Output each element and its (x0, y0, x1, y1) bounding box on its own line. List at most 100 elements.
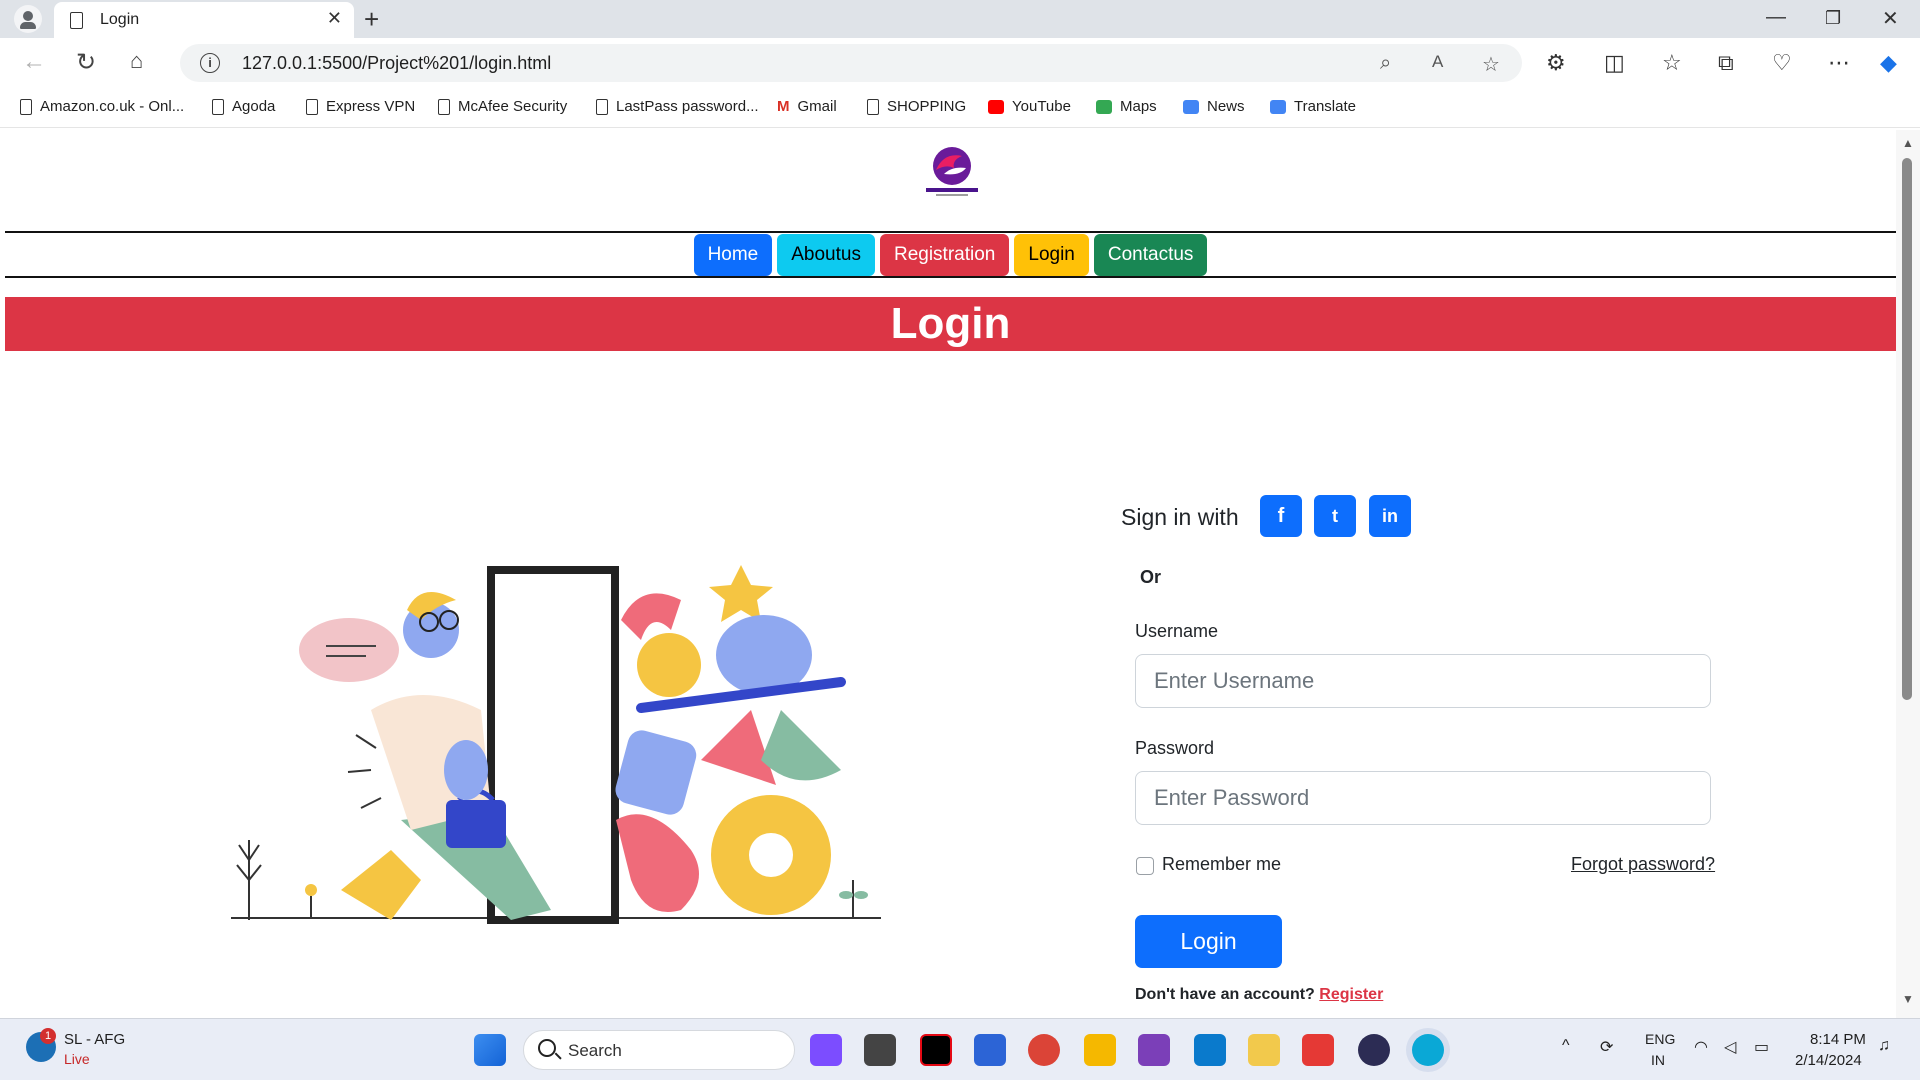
search-icon (538, 1039, 556, 1057)
bookmark-news[interactable]: News (1183, 98, 1245, 115)
page-scrollbar[interactable]: ▲ ▼ (1896, 130, 1920, 1018)
scroll-down-icon[interactable]: ▼ (1902, 992, 1914, 1006)
page-title-banner: Login (5, 297, 1896, 351)
back-icon[interactable]: ← (22, 48, 46, 76)
more-icon[interactable]: ⋯ (1828, 50, 1850, 76)
bookmark-gmail[interactable]: M Gmail (777, 98, 837, 115)
page-icon (596, 98, 608, 115)
bookmark-expressvpn[interactable]: Express VPN (306, 98, 415, 115)
favorite-star-icon[interactable]: ☆ (1482, 52, 1500, 77)
bookmark-amazon[interactable]: Amazon.co.uk - Onl... (20, 98, 184, 115)
bookmark-mcafee[interactable]: McAfee Security (438, 98, 567, 115)
copilot-icon[interactable]: ◆ (1880, 50, 1897, 76)
close-window-icon[interactable]: ✕ (1882, 6, 1899, 31)
facebook-icon[interactable]: f (1260, 495, 1302, 537)
wifi-icon[interactable]: ◠ (1694, 1037, 1708, 1057)
nav-home[interactable]: Home (693, 234, 773, 276)
or-divider: Or (1140, 567, 1162, 587)
url-box[interactable]: i 127.0.0.1:5500/Project%201/login.html … (180, 44, 1522, 82)
header-divider-top (5, 231, 1896, 233)
bookmark-translate[interactable]: Translate (1270, 98, 1356, 115)
visual-studio-icon[interactable] (1138, 1034, 1170, 1066)
nav-registration[interactable]: Registration (879, 234, 1010, 276)
bookmark-shopping[interactable]: SHOPPING (867, 98, 966, 115)
store-icon[interactable] (974, 1034, 1006, 1066)
translate-icon (1270, 99, 1286, 114)
close-tab-icon[interactable]: ✕ (327, 8, 342, 29)
maps-icon (1096, 99, 1112, 114)
url-text[interactable]: 127.0.0.1:5500/Project%201/login.html (242, 53, 551, 74)
vscode-icon[interactable] (1194, 1034, 1226, 1066)
scrollbar-thumb[interactable] (1902, 158, 1912, 700)
page-icon (438, 98, 450, 115)
login-button[interactable]: Login (1135, 915, 1282, 968)
no-account-text: Don't have an account? Register (1135, 986, 1384, 1003)
sync-icon[interactable]: ⟳ (1600, 1037, 1613, 1057)
news-icon (1183, 99, 1199, 114)
bookmark-agoda[interactable]: Agoda (212, 98, 275, 115)
notification-bell-icon[interactable]: ♫ (1878, 1037, 1890, 1055)
start-icon[interactable] (474, 1034, 506, 1066)
language-region[interactable]: IN (1651, 1052, 1665, 1068)
username-input[interactable] (1135, 654, 1711, 708)
home-icon[interactable]: ⌂ (130, 48, 143, 74)
bookmarks-bar: Amazon.co.uk - Onl... Agoda Express VPN … (0, 88, 1920, 128)
page-icon (70, 12, 83, 29)
task-view-icon[interactable] (864, 1034, 896, 1066)
edge-icon[interactable] (1412, 1034, 1444, 1066)
zoom-icon[interactable]: ⌕ (1380, 52, 1391, 75)
bookmark-lastpass[interactable]: LastPass password... (596, 98, 759, 115)
site-info-icon[interactable]: i (200, 53, 220, 73)
split-screen-icon[interactable]: ◫ (1604, 50, 1625, 76)
register-link[interactable]: Register (1319, 986, 1383, 1003)
file-explorer-icon[interactable] (1084, 1034, 1116, 1066)
weather-status[interactable]: Live (64, 1051, 90, 1067)
scroll-up-icon[interactable]: ▲ (1902, 136, 1914, 150)
read-aloud-icon[interactable]: A (1432, 52, 1443, 72)
profile-icon[interactable] (14, 5, 42, 33)
youtube-icon (988, 99, 1004, 114)
battery-icon[interactable]: ▭ (1754, 1037, 1769, 1057)
tab-title: Login (100, 11, 140, 28)
username-label: Username (1135, 621, 1219, 641)
volume-icon[interactable]: ◁ (1724, 1037, 1736, 1057)
nav-login[interactable]: Login (1014, 234, 1089, 276)
copilot-app-icon[interactable] (810, 1034, 842, 1066)
netflix-icon[interactable] (920, 1034, 952, 1066)
eclipse-icon[interactable] (1358, 1034, 1390, 1066)
gmail-icon: M (777, 98, 790, 115)
chrome-icon[interactable] (1028, 1034, 1060, 1066)
site-logo[interactable] (922, 144, 982, 200)
restore-icon[interactable]: ❐ (1825, 8, 1841, 29)
weather-title[interactable]: SL - AFG (64, 1031, 125, 1048)
nav-contactus[interactable]: Contactus (1093, 234, 1208, 276)
paint-icon[interactable] (1248, 1034, 1280, 1066)
minimize-icon[interactable]: — (1766, 6, 1786, 29)
page-icon (20, 98, 32, 115)
tray-chevron-icon[interactable]: ^ (1562, 1037, 1570, 1055)
browser-essentials-icon[interactable]: ♡ (1772, 50, 1792, 76)
taskbar-search[interactable]: Search (523, 1030, 795, 1070)
address-bar-row: ← ↻ ⌂ i 127.0.0.1:5500/Project%201/login… (0, 38, 1920, 88)
language-indicator[interactable]: ENG (1645, 1031, 1675, 1047)
clock-time[interactable]: 8:14 PM (1810, 1031, 1866, 1048)
refresh-icon[interactable]: ↻ (76, 48, 96, 77)
collections-icon[interactable]: ⧉ (1718, 50, 1734, 76)
remember-me-label[interactable]: Remember me (1162, 854, 1281, 875)
clock-date[interactable]: 2/14/2024 (1795, 1052, 1862, 1069)
nav-aboutus[interactable]: Aboutus (777, 234, 875, 276)
linkedin-icon[interactable]: in (1369, 495, 1411, 537)
forgot-password-link[interactable]: Forgot password? (1571, 854, 1715, 875)
new-tab-icon[interactable]: + (364, 4, 379, 35)
password-input[interactable] (1135, 771, 1711, 825)
extensions-icon[interactable]: ⚙ (1546, 50, 1566, 76)
app-icon[interactable] (1302, 1034, 1334, 1066)
page-viewport: Home Aboutus Registration Login Contactu… (5, 130, 1896, 1018)
bookmark-youtube[interactable]: YouTube (988, 98, 1071, 115)
bookmark-maps[interactable]: Maps (1096, 98, 1157, 115)
favorites-icon[interactable]: ☆ (1662, 50, 1682, 76)
page-icon (306, 98, 318, 115)
twitter-icon[interactable]: t (1314, 495, 1356, 537)
browser-tab[interactable]: Login ✕ (54, 2, 354, 38)
remember-me-checkbox[interactable] (1136, 857, 1154, 875)
